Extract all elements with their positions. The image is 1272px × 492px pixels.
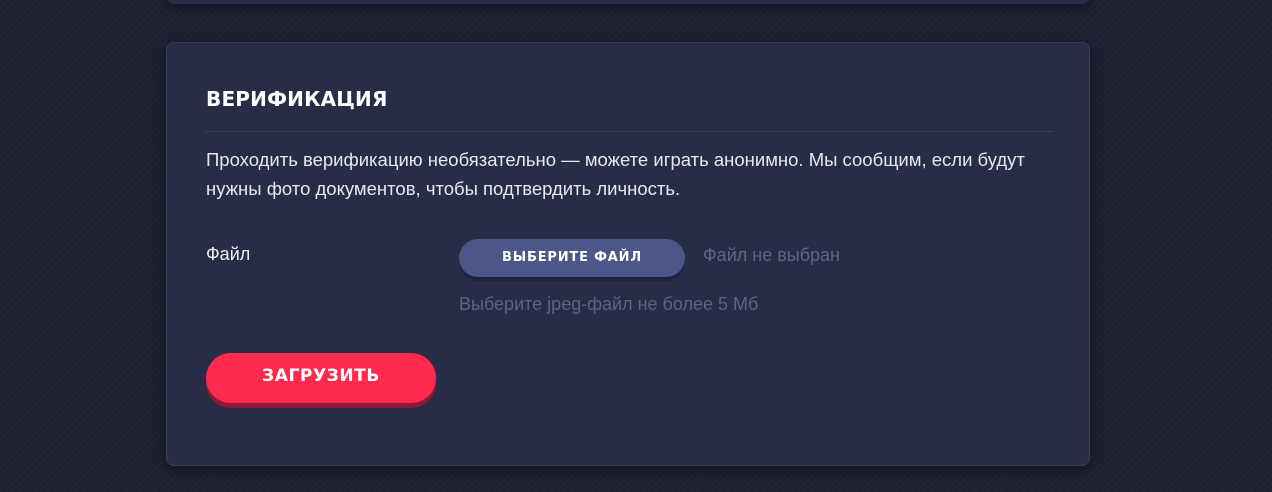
file-status-text: Файл не выбран (703, 245, 840, 265)
upload-button[interactable]: ЗАГРУЗИТЬ (206, 353, 436, 403)
choose-file-button[interactable]: ВЫБЕРИТЕ ФАЙЛ (459, 239, 685, 277)
verification-title: ВЕРИФИКАЦИЯ (206, 87, 388, 111)
verification-description: Проходить верификацию необязательно — мо… (206, 149, 1025, 199)
verification-card: ВЕРИФИКАЦИЯ Проходить верификацию необяз… (166, 42, 1090, 466)
previous-card-edge (166, 0, 1090, 4)
file-hint: Выберите jpeg-файл не более 5 Мб (459, 294, 759, 314)
title-divider (205, 131, 1053, 132)
file-label: Файл (206, 244, 251, 264)
